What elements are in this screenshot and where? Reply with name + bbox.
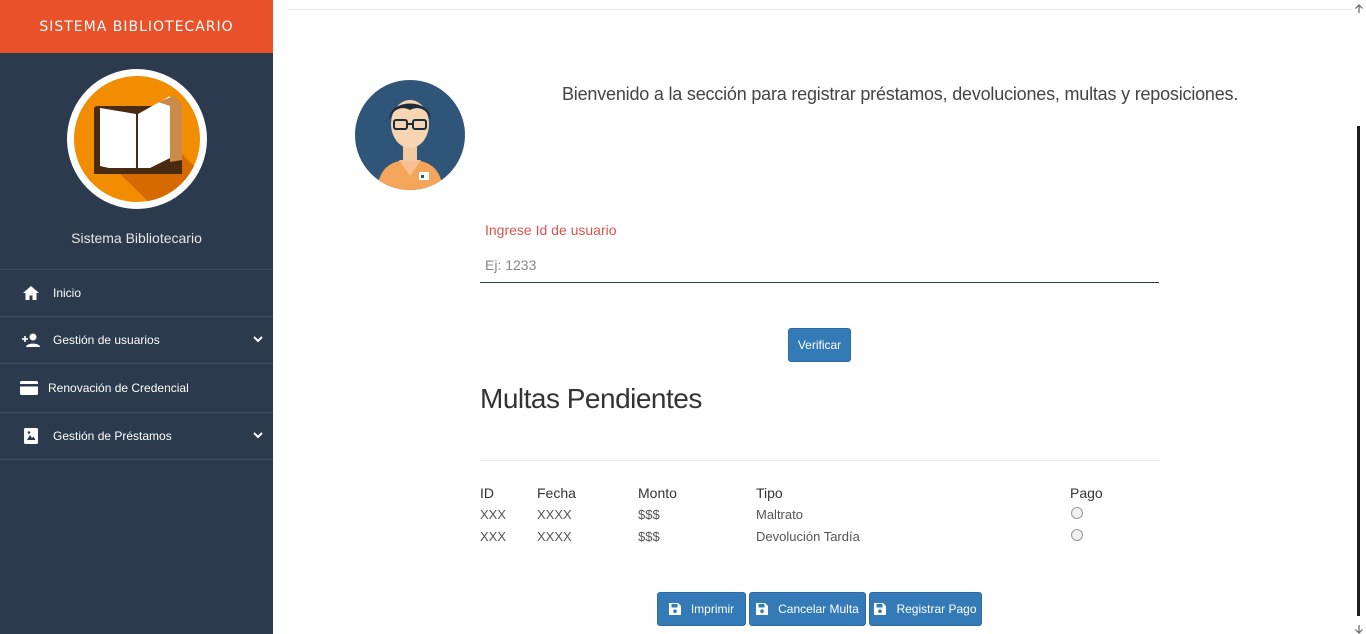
table-row: XXX XXXX $$$ Maltrato bbox=[480, 503, 1159, 525]
home-icon bbox=[22, 284, 40, 302]
table-row: XXX XXXX $$$ Devolución Tardía bbox=[480, 525, 1159, 547]
sidebar: SISTEMA BIBLIOTECARIO Sistema Biblioteca… bbox=[0, 0, 273, 634]
cancel-fine-button[interactable]: Cancelar Multa bbox=[749, 592, 866, 626]
system-name: Sistema Bibliotecario bbox=[71, 230, 202, 246]
cell-id: XXX bbox=[480, 506, 507, 522]
sidebar-item-label: Gestión de Préstamos bbox=[53, 429, 172, 443]
user-id-input[interactable] bbox=[480, 248, 1159, 283]
cell-tipo: Maltrato bbox=[756, 506, 803, 522]
user-id-label: Ingrese Id de usuario bbox=[485, 222, 617, 238]
pago-radio[interactable] bbox=[1071, 506, 1083, 519]
book-icon bbox=[22, 427, 40, 445]
librarian-avatar bbox=[355, 80, 465, 190]
logo-area: Sistema Bibliotecario bbox=[0, 53, 273, 270]
cell-pago bbox=[1070, 503, 1159, 525]
pago-radio[interactable] bbox=[1071, 528, 1083, 541]
cell-tipo: Devolución Tardía bbox=[756, 528, 860, 544]
chevron-down-icon bbox=[251, 428, 265, 442]
open-book-icon bbox=[74, 76, 200, 202]
save-icon bbox=[874, 603, 887, 615]
register-payment-button-label: Registrar Pago bbox=[896, 602, 977, 616]
cell-fecha: XXXX bbox=[537, 506, 572, 522]
print-button[interactable]: Imprimir bbox=[657, 592, 746, 626]
welcome-message: Bienvenido a la sección para registrar p… bbox=[562, 84, 1239, 104]
cell-monto: $$$ bbox=[638, 528, 660, 544]
chevron-down-icon bbox=[251, 332, 265, 346]
add-user-icon bbox=[22, 331, 40, 349]
verify-button[interactable]: Verificar bbox=[788, 328, 851, 362]
column-header-fecha: Fecha bbox=[537, 485, 576, 501]
sidebar-item-label: Gestión de usuarios bbox=[53, 333, 160, 347]
print-button-label: Imprimir bbox=[690, 602, 735, 616]
register-payment-button[interactable]: Registrar Pago bbox=[869, 592, 982, 626]
cell-pago bbox=[1070, 525, 1159, 547]
sidebar-item-label: Renovación de Credencial bbox=[48, 381, 189, 395]
sidebar-item-label: Inicio bbox=[53, 286, 82, 300]
verify-button-label: Verificar bbox=[797, 338, 842, 352]
column-header-id: ID bbox=[480, 485, 494, 501]
sidebar-item-inicio[interactable]: Inicio bbox=[0, 270, 273, 317]
top-divider bbox=[288, 9, 1352, 10]
cell-fecha: XXXX bbox=[537, 528, 572, 544]
save-icon bbox=[756, 603, 769, 615]
brand-title: SISTEMA BIBLIOTECARIO bbox=[0, 0, 273, 53]
section-divider bbox=[480, 460, 1159, 461]
scroll-up-icon[interactable] bbox=[1354, 1, 1364, 13]
sidebar-item-gestion-prestamos[interactable]: Gestión de Préstamos bbox=[0, 413, 273, 460]
credit-card-icon bbox=[20, 379, 38, 397]
table-header-row: ID Fecha Monto Tipo Pago bbox=[480, 483, 1159, 503]
column-header-tipo: Tipo bbox=[756, 485, 783, 501]
library-logo bbox=[67, 69, 207, 209]
vertical-scrollbar[interactable] bbox=[1352, 0, 1366, 634]
column-header-monto: Monto bbox=[638, 485, 677, 501]
fines-table: ID Fecha Monto Tipo Pago XXX XXXX $$$ Ma… bbox=[480, 483, 1159, 547]
scroll-thumb[interactable] bbox=[1357, 126, 1360, 616]
scroll-down-icon[interactable] bbox=[1354, 621, 1364, 634]
column-header-pago: Pago bbox=[1070, 485, 1103, 501]
cell-id: XXX bbox=[480, 528, 507, 544]
save-icon bbox=[668, 603, 681, 615]
cancel-fine-button-label: Cancelar Multa bbox=[778, 602, 859, 616]
section-title: Multas Pendientes bbox=[480, 383, 702, 414]
cell-monto: $$$ bbox=[638, 506, 660, 522]
sidebar-item-gestion-usuarios[interactable]: Gestión de usuarios bbox=[0, 317, 273, 364]
sidebar-item-renovacion-credencial[interactable]: Renovación de Credencial bbox=[0, 364, 273, 413]
